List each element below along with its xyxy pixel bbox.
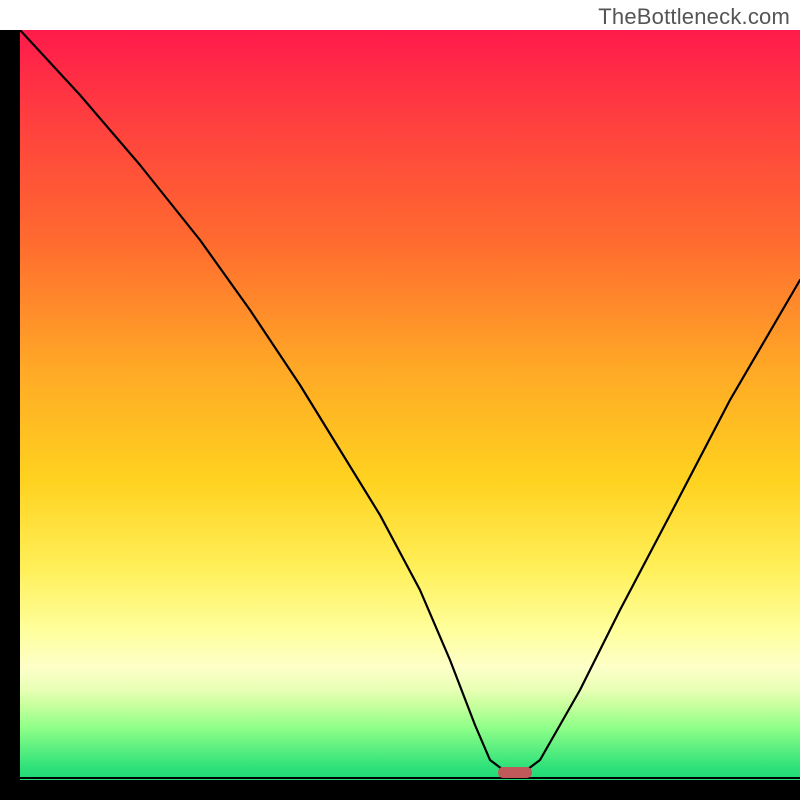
bottleneck-chart: TheBottleneck.com [0, 0, 800, 800]
plot-area [20, 30, 800, 780]
watermark-text: TheBottleneck.com [598, 4, 790, 30]
frame-bottom [0, 780, 800, 800]
bottleneck-curve [20, 30, 800, 775]
curve-svg [20, 30, 800, 780]
minimum-marker [498, 767, 532, 778]
frame-left [0, 30, 20, 780]
